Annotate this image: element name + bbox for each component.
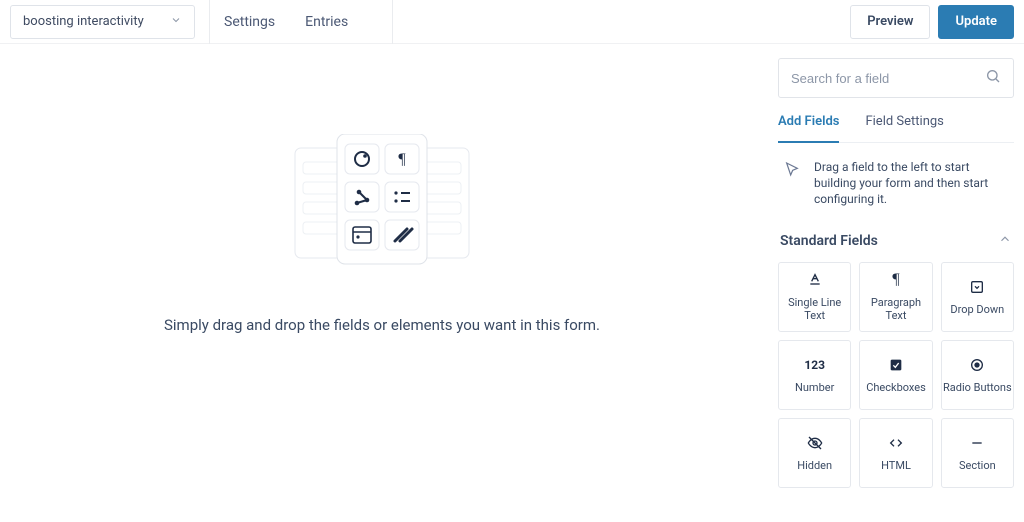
panel-helper: Drag a field to the left to start buildi… xyxy=(778,143,1014,228)
field-label: Section xyxy=(959,460,996,472)
minus-icon xyxy=(969,434,985,452)
svg-text:¶: ¶ xyxy=(398,151,406,168)
checkbox-icon xyxy=(888,356,904,374)
nav-entries[interactable]: Entries xyxy=(305,14,348,30)
field-section[interactable]: Section xyxy=(941,418,1014,488)
top-bar: boosting interactivity Settings Entries … xyxy=(0,0,1024,44)
field-number[interactable]: 123 Number xyxy=(778,340,851,410)
side-panel: Add Fields Field Settings Drag a field t… xyxy=(764,44,1024,522)
field-label: Radio Buttons xyxy=(943,382,1012,394)
tab-field-settings[interactable]: Field Settings xyxy=(865,114,943,142)
field-radio-buttons[interactable]: Radio Buttons xyxy=(941,340,1014,410)
text-icon xyxy=(807,271,823,289)
field-label: Checkboxes xyxy=(866,382,926,394)
panel-helper-text: Drag a field to the left to start buildi… xyxy=(814,159,1010,208)
field-label: Number xyxy=(795,382,834,394)
canvas-illustration: ¶ xyxy=(287,134,477,274)
separator xyxy=(392,0,393,44)
field-label: Single Line Text xyxy=(779,297,850,321)
section-standard-fields[interactable]: Standard Fields xyxy=(778,228,1014,262)
field-drop-down[interactable]: Drop Down xyxy=(941,262,1014,332)
field-single-line-text[interactable]: Single Line Text xyxy=(778,262,851,332)
field-html[interactable]: HTML xyxy=(859,418,932,488)
tab-add-fields[interactable]: Add Fields xyxy=(778,114,839,143)
field-label: Hidden xyxy=(797,460,832,472)
radio-icon xyxy=(969,356,985,374)
field-label: Drop Down xyxy=(950,304,1004,316)
chevron-up-icon xyxy=(998,232,1012,250)
field-grid: Single Line Text ¶ Paragraph Text Drop D… xyxy=(778,262,1014,502)
form-selector-label: boosting interactivity xyxy=(23,14,144,29)
field-label: HTML xyxy=(881,460,911,472)
cursor-icon xyxy=(784,159,800,208)
eye-off-icon xyxy=(807,434,823,452)
dropdown-icon xyxy=(969,278,985,296)
preview-button[interactable]: Preview xyxy=(850,5,930,39)
panel-tabs: Add Fields Field Settings xyxy=(778,114,1014,143)
pilcrow-icon: ¶ xyxy=(892,271,899,289)
form-canvas[interactable]: ¶ xyxy=(0,44,764,522)
section-label: Standard Fields xyxy=(780,233,878,249)
field-checkboxes[interactable]: Checkboxes xyxy=(859,340,932,410)
number-icon: 123 xyxy=(804,356,825,374)
update-button[interactable]: Update xyxy=(938,5,1014,39)
canvas-hint: Simply drag and drop the fields or eleme… xyxy=(164,316,600,334)
code-icon xyxy=(888,434,904,452)
field-hidden[interactable]: Hidden xyxy=(778,418,851,488)
field-paragraph-text[interactable]: ¶ Paragraph Text xyxy=(859,262,932,332)
search-icon xyxy=(985,68,1001,88)
nav-settings[interactable]: Settings xyxy=(224,14,275,30)
search-input[interactable] xyxy=(791,71,985,86)
chevron-down-icon xyxy=(170,14,182,30)
form-selector[interactable]: boosting interactivity xyxy=(10,5,195,39)
search-field[interactable] xyxy=(778,58,1014,98)
field-label: Paragraph Text xyxy=(860,297,931,321)
separator xyxy=(209,0,210,44)
